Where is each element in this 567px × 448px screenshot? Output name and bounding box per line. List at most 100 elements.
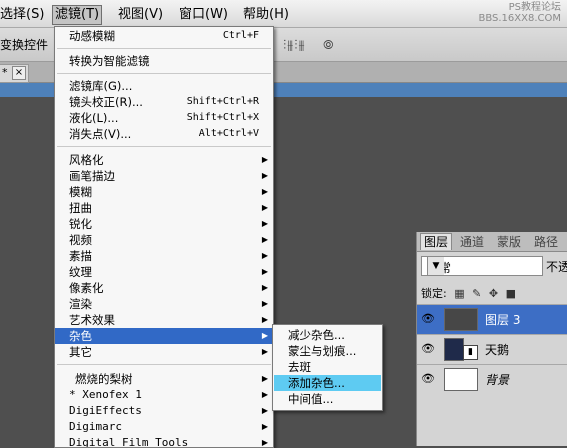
eye-icon[interactable]: 👁 — [420, 312, 436, 326]
submenu-arrow-icon: ▶ — [261, 219, 268, 228]
menu-item-label: 像素化 — [69, 281, 104, 295]
menu-filter[interactable]: 滤镜(T) — [52, 5, 103, 25]
menu-view[interactable]: 视图(V) — [118, 6, 163, 24]
vanishing-point-label: 消失点(V)... — [69, 127, 132, 141]
submenu-arrow-icon: ▶ — [261, 283, 268, 292]
tab-paths[interactable]: 路径 — [531, 234, 561, 250]
menu-item-plugin[interactable]: DigiEffects ▶ — [55, 403, 273, 419]
menu-item-render[interactable]: 渲染 ▶ — [55, 296, 273, 312]
tab-layers[interactable]: 图层 — [420, 233, 453, 250]
submenu-arrow-icon: ▶ — [261, 267, 268, 276]
menu-item-lens-correction[interactable]: 镜头校正(R)... Shift+Ctrl+R — [55, 94, 273, 110]
menu-item-median[interactable]: 中间值... — [274, 391, 381, 407]
menu-item-plugin[interactable]: * Xenofex 1 ▶ — [55, 387, 273, 403]
menu-item-filter-gallery[interactable]: 滤镜库(G)... — [55, 78, 273, 94]
tab-masks[interactable]: 蒙版 — [494, 234, 524, 250]
lens-correction-label: 镜头校正(R)... — [69, 95, 143, 109]
blend-mode-select[interactable]: 正常 ▼ — [421, 256, 543, 276]
menu-window[interactable]: 窗口(W) — [179, 6, 228, 24]
align-distribute-icon[interactable]: ⫶⫵⫶⫵ ⦾ — [283, 38, 335, 53]
menu-item-label: Digimarc — [69, 420, 122, 433]
submenu-arrow-icon: ▶ — [261, 299, 268, 308]
menu-item-label: DigiEffects — [69, 404, 142, 417]
menu-item-label: 燃烧的梨树 — [75, 372, 133, 386]
lock-all-icon[interactable]: ■ — [506, 287, 516, 300]
menu-item-sharpen[interactable]: 锐化 ▶ — [55, 216, 273, 232]
menu-item-label: 减少杂色... — [288, 328, 345, 342]
last-filter-label: 动感模糊 — [69, 29, 115, 43]
submenu-arrow-icon: ▶ — [261, 251, 268, 260]
transform-controls-label[interactable]: 变换控件 — [0, 36, 48, 53]
tab-channels[interactable]: 通道 — [457, 234, 487, 250]
menu-separator — [57, 73, 271, 74]
menu-item-label: 杂色 — [69, 329, 92, 343]
eye-icon[interactable]: 👁 — [420, 342, 436, 356]
menu-item-liquify[interactable]: 液化(L)... Shift+Ctrl+X — [55, 110, 273, 126]
menu-item-sketch[interactable]: 素描 ▶ — [55, 248, 273, 264]
layer-name: 背景 — [485, 373, 510, 387]
menu-item-dust-scratches[interactable]: 蒙尘与划痕... — [274, 343, 381, 359]
filter-gallery-label: 滤镜库(G)... — [69, 79, 133, 93]
submenu-arrow-icon: ▶ — [261, 374, 268, 383]
chevron-down-icon[interactable]: ▼ — [427, 257, 444, 275]
menu-separator — [57, 146, 271, 147]
menu-item-plugin[interactable]: Digital Film Tools ▶ — [55, 435, 273, 448]
menu-item-plugin[interactable]: Digimarc ▶ — [55, 419, 273, 435]
menu-separator — [57, 48, 271, 49]
lock-label: 锁定: — [421, 287, 447, 300]
layer-name: 天鹅 — [485, 343, 510, 357]
watermark-line-1: PS教程论坛 — [508, 2, 561, 13]
lock-brush-icon[interactable]: ✎ — [472, 287, 481, 300]
menu-item-last-filter[interactable]: 动感模糊 Ctrl+F — [55, 28, 273, 44]
document-tab[interactable]: * × — [0, 64, 29, 83]
menu-item-distort[interactable]: 扭曲 ▶ — [55, 200, 273, 216]
menu-item-despeckle[interactable]: 去斑 — [274, 359, 381, 375]
menu-item-brush-strokes[interactable]: 画笔描边 ▶ — [55, 168, 273, 184]
close-icon[interactable]: × — [12, 66, 26, 80]
eye-icon[interactable]: 👁 — [420, 372, 436, 386]
opacity-label: 不透 — [546, 260, 567, 274]
menu-select[interactable]: 选择(S) — [0, 6, 44, 24]
lock-move-icon[interactable]: ✥ — [489, 287, 498, 300]
layers-panel: 图层 通道 蒙版 路径 正常 ▼ 不透 锁定: ▦ ✎ ✥ ■ 👁 图层 3 👁… — [416, 232, 567, 446]
menu-item-texture[interactable]: 纹理 ▶ — [55, 264, 273, 280]
watermark: PS教程论坛 BBS.16XX8.COM — [478, 2, 561, 24]
menu-item-vanishing-point[interactable]: 消失点(V)... Alt+Ctrl+V — [55, 126, 273, 142]
submenu-arrow-icon: ▶ — [261, 187, 268, 196]
menu-item-blur[interactable]: 模糊 ▶ — [55, 184, 273, 200]
submenu-arrow-icon: ▶ — [261, 331, 268, 340]
menu-item-label: * Xenofex 1 — [69, 388, 142, 401]
menu-item-pixelate[interactable]: 像素化 ▶ — [55, 280, 273, 296]
lock-transparency-icon[interactable]: ▦ — [454, 287, 464, 300]
lens-correction-shortcut: Shift+Ctrl+R — [186, 96, 259, 107]
menu-item-smart-filter[interactable]: 转换为智能滤镜 — [55, 53, 273, 69]
submenu-arrow-icon: ▶ — [261, 235, 268, 244]
layer-row-background[interactable]: 👁 背景 — [417, 364, 567, 394]
menu-item-plugin[interactable]: 燃烧的梨树 ▶ — [55, 371, 273, 387]
menu-item-label: 视频 — [69, 233, 92, 247]
menu-item-video[interactable]: 视频 ▶ — [55, 232, 273, 248]
menu-item-noise[interactable]: 杂色 ▶ — [55, 328, 273, 344]
menu-item-label: 素描 — [69, 249, 92, 263]
menu-item-add-noise[interactable]: 添加杂色... — [274, 375, 381, 391]
layer-thumbnail — [444, 368, 478, 391]
menu-item-stylize[interactable]: 风格化 ▶ — [55, 152, 273, 168]
menu-item-label: 艺术效果 — [69, 313, 115, 327]
liquify-shortcut: Shift+Ctrl+X — [186, 112, 259, 123]
layer-row-swan[interactable]: 👁 ▮ 天鹅 — [417, 334, 567, 364]
mask-icon: ▮ — [463, 345, 478, 360]
submenu-arrow-icon: ▶ — [261, 171, 268, 180]
layer-thumbnail — [444, 308, 478, 331]
menu-item-reduce-noise[interactable]: 减少杂色... — [274, 327, 381, 343]
menu-item-other[interactable]: 其它 ▶ — [55, 344, 273, 360]
smart-filter-label: 转换为智能滤镜 — [69, 54, 150, 68]
menu-help[interactable]: 帮助(H) — [243, 6, 289, 24]
menu-item-label: 风格化 — [69, 153, 104, 167]
unsaved-marker: * — [2, 66, 8, 79]
menu-item-label: 中间值... — [288, 392, 334, 406]
layer-row-layer3[interactable]: 👁 图层 3 — [417, 304, 567, 334]
menu-bar: 选择(S) 滤镜(T) 视图(V) 窗口(W) 帮助(H) PS教程论坛 BBS… — [0, 0, 567, 28]
menu-item-label: Digital Film Tools — [69, 436, 189, 448]
menu-item-label: 去斑 — [288, 360, 311, 374]
menu-item-artistic[interactable]: 艺术效果 ▶ — [55, 312, 273, 328]
